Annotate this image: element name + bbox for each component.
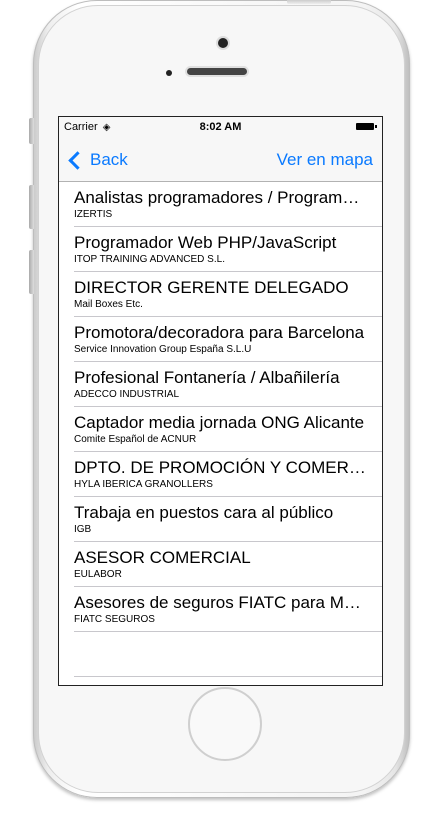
chevron-left-icon: [68, 150, 87, 170]
list-item[interactable]: Profesional Fontanería / Albañilería ADE…: [74, 362, 382, 407]
list-item[interactable]: Promotora/decoradora para Barcelona Serv…: [74, 317, 382, 362]
job-company: IGB: [74, 524, 92, 535]
list-item[interactable]: DPTO. DE PROMOCIÓN Y COMERCIAL HYLA IBER…: [74, 452, 382, 497]
back-label: Back: [90, 150, 128, 169]
job-title: Analistas programadores / Programadores: [74, 188, 366, 207]
battery-icon: [356, 123, 377, 130]
job-list: Analistas programadores / Programadores …: [59, 182, 382, 677]
front-camera: [218, 38, 228, 48]
job-title: Captador media jornada ONG Alicante: [74, 413, 365, 432]
power-button: [287, 0, 331, 4]
job-title: Promotora/decoradora para Barcelona: [74, 323, 365, 342]
job-company: Service Innovation Group España S.L.U: [74, 344, 252, 355]
view-map-button[interactable]: Ver en mapa: [277, 150, 373, 170]
list-item[interactable]: DIRECTOR GERENTE DELEGADO Mail Boxes Etc…: [74, 272, 382, 317]
back-button[interactable]: Back: [67, 150, 128, 170]
list-item[interactable]: Asesores de seguros FIATC para Madrid FI…: [74, 587, 382, 632]
list-item[interactable]: Analistas programadores / Programadores …: [74, 182, 382, 227]
home-button[interactable]: [188, 687, 262, 761]
job-company: ITOP TRAINING ADVANCED S.L.: [74, 254, 225, 265]
job-title: Profesional Fontanería / Albañilería: [74, 368, 340, 387]
screen: Carrier ◈ 8:02 AM Back Ver en mapa Anali…: [58, 116, 383, 686]
navigation-bar: Back Ver en mapa: [59, 137, 382, 182]
job-title: DPTO. DE PROMOCIÓN Y COMERCIAL: [74, 458, 366, 477]
volume-down-button: [29, 250, 34, 294]
job-company: EULABOR: [74, 569, 122, 580]
job-title: ASESOR COMERCIAL: [74, 548, 251, 567]
list-item[interactable]: Trabaja en puestos cara al público IGB: [74, 497, 382, 542]
job-company: HYLA IBERICA GRANOLLERS: [74, 479, 213, 490]
job-company: ADECCO INDUSTRIAL: [74, 389, 180, 400]
job-title: Asesores de seguros FIATC para Madrid: [74, 593, 366, 612]
list-item[interactable]: Captador media jornada ONG Alicante Comi…: [74, 407, 382, 452]
earpiece-speaker: [187, 68, 247, 75]
volume-up-button: [29, 185, 34, 229]
job-title: DIRECTOR GERENTE DELEGADO: [74, 278, 349, 297]
list-item[interactable]: ASESOR COMERCIAL EULABOR: [74, 542, 382, 587]
list-item[interactable]: Programador Web PHP/JavaScript ITOP TRAI…: [74, 227, 382, 272]
proximity-sensor: [166, 70, 172, 76]
job-title: Trabaja en puestos cara al público: [74, 503, 334, 522]
job-company: FIATC SEGUROS: [74, 614, 155, 625]
job-company: Comite Español de ACNUR: [74, 434, 197, 445]
status-time: 8:02 AM: [199, 121, 242, 133]
job-title: Programador Web PHP/JavaScript: [74, 233, 337, 252]
job-company: Mail Boxes Etc.: [74, 299, 143, 310]
mute-switch: [29, 118, 34, 144]
empty-row: [74, 632, 382, 677]
job-company: IZERTIS: [74, 209, 113, 220]
status-bar: Carrier ◈ 8:02 AM: [59, 117, 382, 137]
